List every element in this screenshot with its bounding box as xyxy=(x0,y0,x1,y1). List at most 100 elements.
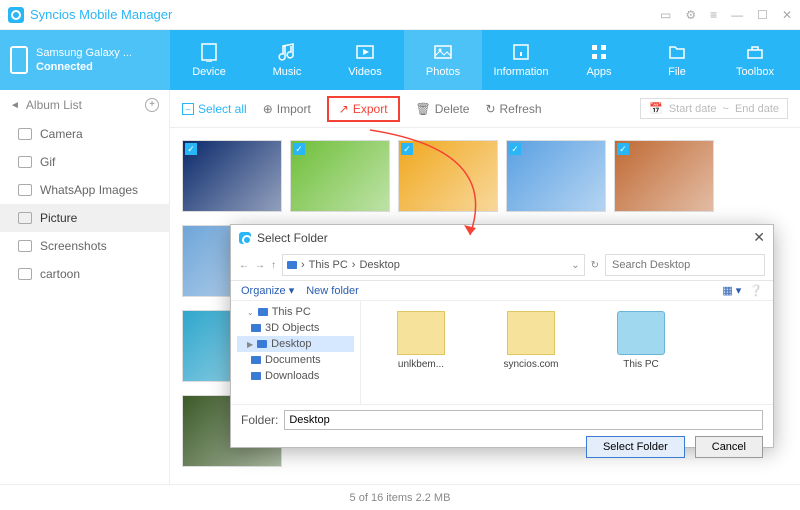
album-icon xyxy=(18,212,32,224)
organize-menu[interactable]: Organize ▾ xyxy=(241,284,294,297)
sidebar-item-whatsapp-images[interactable]: WhatsApp Images xyxy=(0,176,169,204)
dialog-app-icon xyxy=(239,232,251,244)
titlebar: Syncios Mobile Manager ▭ ⚙ ≡ — ☐ ✕ xyxy=(0,0,800,30)
sidebar-item-label: cartoon xyxy=(40,267,80,281)
device-name: Samsung Galaxy ... xyxy=(36,46,132,60)
device-status: Connected xyxy=(36,60,132,74)
status-bar: 5 of 16 items 2.2 MB xyxy=(0,484,800,510)
nav-label: Device xyxy=(192,66,226,78)
breadcrumb[interactable]: › This PC › Desktop ⌄ xyxy=(282,254,585,276)
apps-icon xyxy=(589,42,609,62)
tree-item-label: 3D Objects xyxy=(265,322,319,334)
photo-checked-icon: ✓ xyxy=(509,143,521,155)
album-icon xyxy=(18,184,32,196)
sidebar-item-label: Screenshots xyxy=(40,239,107,253)
menu-icon[interactable]: ≡ xyxy=(710,8,717,22)
nav-label: Music xyxy=(273,66,302,78)
folder-field[interactable] xyxy=(284,410,763,430)
tree-expand-icon: ⌄ xyxy=(247,308,254,317)
export-label: Export xyxy=(353,102,388,116)
photo-thumbnail[interactable]: ✓ xyxy=(614,140,714,212)
photo-thumbnail[interactable]: ✓ xyxy=(506,140,606,212)
photo-thumbnail[interactable]: ✓ xyxy=(290,140,390,212)
dialog-close-icon[interactable]: ✕ xyxy=(753,229,765,246)
crumb-sep: › xyxy=(301,259,305,271)
nav-music[interactable]: Music xyxy=(248,30,326,90)
sidebar-item-screenshots[interactable]: Screenshots xyxy=(0,232,169,260)
nav-label: Toolbox xyxy=(736,66,774,78)
tree-item-downloads[interactable]: Downloads xyxy=(237,368,354,384)
close-icon[interactable]: ✕ xyxy=(782,8,792,22)
pc-icon xyxy=(617,311,665,355)
view-mode-icon[interactable]: ▦ ▾ xyxy=(722,284,741,297)
folder-contents: unlkbem... syncios.com This PC xyxy=(361,301,773,404)
folder-icon xyxy=(397,311,445,355)
select-folder-button[interactable]: Select Folder xyxy=(586,436,685,458)
select-all-label: Select all xyxy=(198,102,247,116)
sidebar-item-gif[interactable]: Gif xyxy=(0,148,169,176)
minimize-icon[interactable]: — xyxy=(731,8,743,22)
top-nav: Samsung Galaxy ... Connected Device Music… xyxy=(0,30,800,90)
app-title: Syncios Mobile Manager xyxy=(30,7,660,22)
chevron-down-icon[interactable]: ⌄ xyxy=(571,260,579,271)
nav-label: Apps xyxy=(586,66,611,78)
folder-tree: ⌄This PC 3D Objects ▶DesktopDocumentsDownl… xyxy=(231,301,361,404)
sidebar-item-label: Gif xyxy=(40,155,55,169)
device-panel[interactable]: Samsung Galaxy ... Connected xyxy=(0,30,170,90)
nav-file[interactable]: File xyxy=(638,30,716,90)
tree-item-3d-objects[interactable]: 3D Objects xyxy=(237,320,354,336)
toolbox-icon xyxy=(745,42,765,62)
photo-thumbnail[interactable]: ✓ xyxy=(398,140,498,212)
tree-item-documents[interactable]: Documents xyxy=(237,352,354,368)
nav-information[interactable]: Information xyxy=(482,30,560,90)
settings-gear-icon[interactable]: ⚙ xyxy=(685,8,696,22)
chevron-left-icon[interactable]: ◄ xyxy=(10,100,20,111)
import-button[interactable]: ⊕ Import xyxy=(263,102,311,116)
file-item-syncios-com[interactable]: syncios.com xyxy=(491,311,571,394)
date-filter[interactable]: 📅 Start date ~ End date xyxy=(640,98,788,119)
select-folder-dialog: Select Folder ✕ ← → ↑ › This PC › Deskto… xyxy=(230,224,774,448)
pc-icon xyxy=(287,261,297,269)
help-icon[interactable]: ❔ xyxy=(749,284,763,297)
start-date-label: Start date xyxy=(669,103,717,115)
photo-thumbnail[interactable]: ✓ xyxy=(182,140,282,212)
sidebar-item-picture[interactable]: Picture xyxy=(0,204,169,232)
delete-button[interactable]: 🗑 Delete xyxy=(416,102,470,116)
folder-icon xyxy=(251,324,261,332)
new-folder-button[interactable]: New folder xyxy=(306,285,359,297)
file-item-unlkbem-[interactable]: unlkbem... xyxy=(381,311,461,394)
nav-toolbox[interactable]: Toolbox xyxy=(716,30,794,90)
calendar-icon: 📅 xyxy=(649,102,663,115)
nav-device[interactable]: Device xyxy=(170,30,248,90)
nav-forward-icon[interactable]: → xyxy=(255,260,265,271)
export-button[interactable]: ↗ Export xyxy=(327,96,400,122)
nav-videos[interactable]: Videos xyxy=(326,30,404,90)
sidebar-item-camera[interactable]: Camera xyxy=(0,120,169,148)
nav-back-icon[interactable]: ← xyxy=(239,260,249,271)
maximize-icon[interactable]: ☐ xyxy=(757,8,768,22)
tree-item-this-pc[interactable]: ⌄This PC xyxy=(237,304,354,320)
file-item-this-pc[interactable]: This PC xyxy=(601,311,681,394)
sidebar-header: ◄ Album List + xyxy=(0,90,169,120)
refresh-button[interactable]: ↻ Refresh xyxy=(485,102,541,116)
refresh-label: Refresh xyxy=(500,102,542,116)
tree-item-desktop[interactable]: ▶Desktop xyxy=(237,336,354,352)
select-all-button[interactable]: – Select all xyxy=(182,102,247,116)
nav-up-icon[interactable]: ↑ xyxy=(271,260,276,271)
album-icon xyxy=(18,240,32,252)
sidebar-item-cartoon[interactable]: cartoon xyxy=(0,260,169,288)
search-input[interactable] xyxy=(605,254,765,276)
add-album-icon[interactable]: + xyxy=(145,98,159,112)
export-icon: ↗ xyxy=(339,102,349,116)
nav-apps[interactable]: Apps xyxy=(560,30,638,90)
folder-icon xyxy=(507,311,555,355)
nav-photos[interactable]: Photos xyxy=(404,30,482,90)
nav-label: Videos xyxy=(348,66,381,78)
cancel-button[interactable]: Cancel xyxy=(695,436,763,458)
file-icon xyxy=(667,42,687,62)
nav-refresh-icon[interactable]: ↻ xyxy=(591,260,599,271)
album-icon xyxy=(18,268,32,280)
import-label: Import xyxy=(277,102,311,116)
end-date-label: End date xyxy=(735,103,779,115)
window-dualscreen-icon[interactable]: ▭ xyxy=(660,8,671,22)
